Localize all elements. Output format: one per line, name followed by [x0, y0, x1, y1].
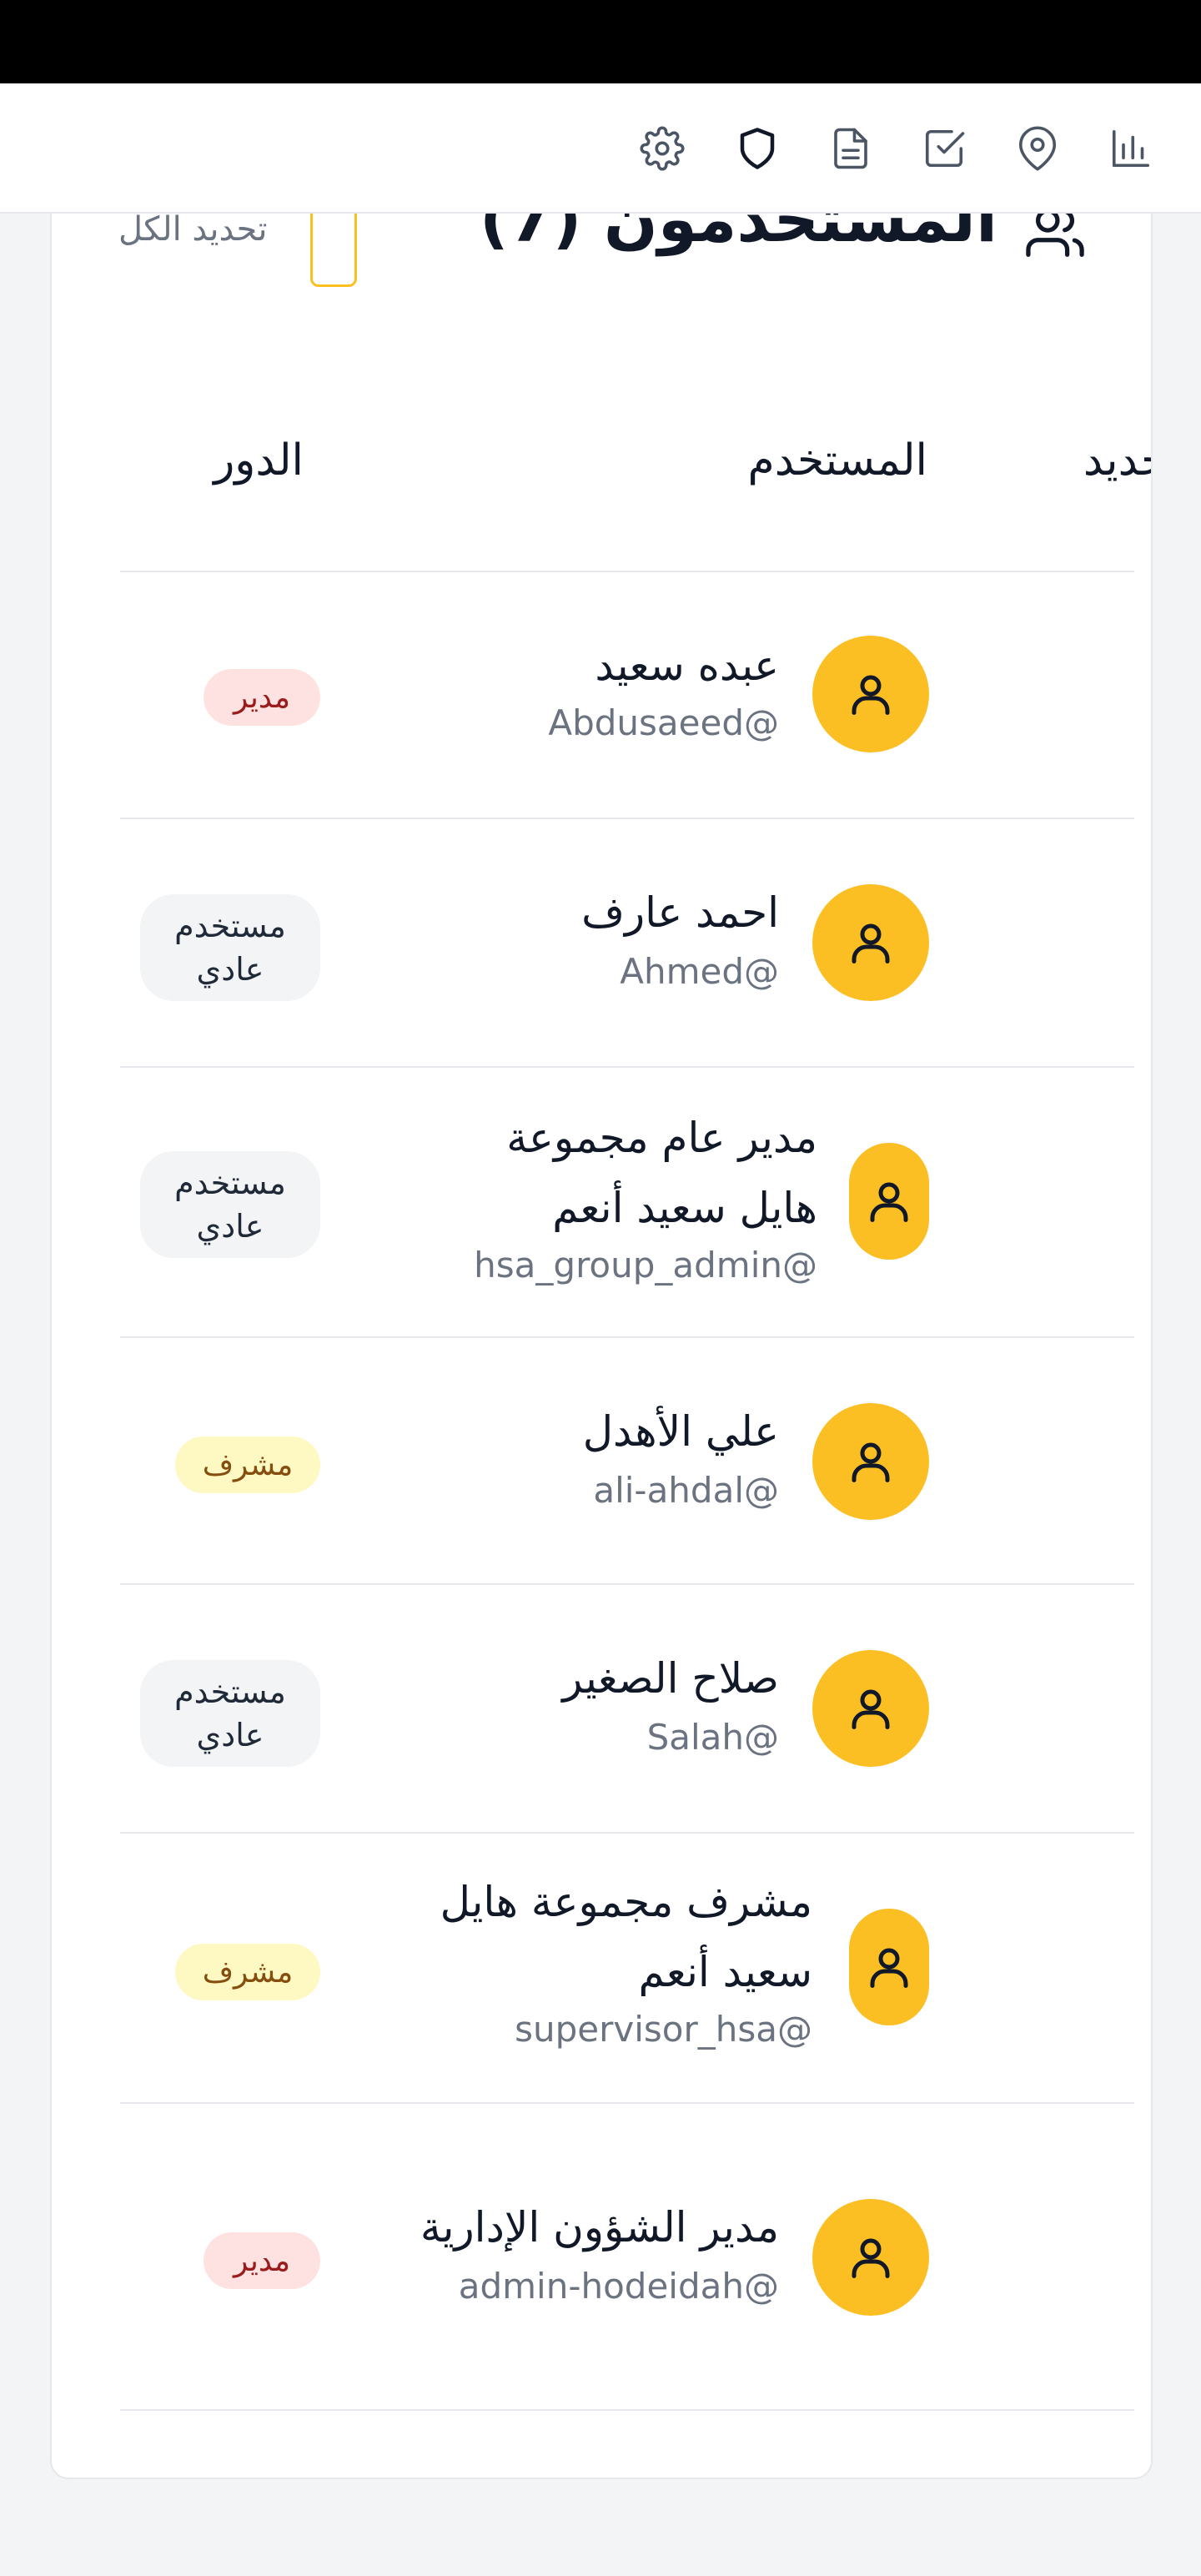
user-icon	[852, 675, 890, 715]
user-name-line1: مشرف مجموعة هايل	[440, 1878, 812, 1926]
row-divider	[120, 1832, 1134, 1834]
role-badge: مدير	[204, 669, 320, 726]
select-all-label: تحديد الكل	[118, 210, 268, 249]
role-badge: مشرف	[175, 1944, 320, 2000]
row-divider	[120, 1583, 1134, 1585]
role-badge: مستخدم عادي	[140, 1151, 320, 1258]
user-avatar	[812, 2199, 929, 2316]
role-badge: مستخدم عادي	[140, 1660, 320, 1767]
column-header-select: تحديد	[1083, 435, 1151, 486]
user-handle: supervisor_hsa@	[515, 2009, 812, 2050]
location-pin-icon[interactable]	[1008, 118, 1068, 179]
shield-icon[interactable]	[727, 118, 787, 179]
user-name-line1: مدير عام مجموعة	[506, 1114, 817, 1162]
column-header-role: الدور	[214, 435, 304, 486]
column-header-user: المستخدم	[747, 435, 928, 486]
status-bar	[0, 0, 1201, 83]
user-avatar	[812, 636, 929, 752]
user-icon	[852, 923, 890, 963]
user-name: مدير الشؤون الإدارية	[420, 2203, 779, 2251]
user-handle: Ahmed@	[620, 951, 779, 992]
user-handle: admin-hodeidah@	[458, 2266, 779, 2307]
user-handle: ali-ahdal@	[593, 1470, 779, 1511]
user-icon	[870, 1948, 908, 1988]
user-icon	[852, 1689, 890, 1729]
row-divider	[120, 818, 1134, 819]
checkbox-icon[interactable]	[914, 118, 974, 179]
bar-chart-icon[interactable]	[1101, 118, 1161, 179]
user-handle: Abdusaeed@	[548, 702, 779, 743]
user-icon	[870, 1182, 908, 1222]
header-divider	[120, 571, 1134, 572]
role-badge: مدير	[204, 2232, 320, 2289]
user-handle: hsa_group_admin@	[474, 1245, 817, 1285]
user-name: عبده سعيد	[595, 641, 779, 690]
row-divider	[120, 2102, 1134, 2104]
role-badge: مستخدم عادي	[140, 894, 320, 1001]
user-name: صلاح الصغير	[562, 1654, 779, 1703]
user-icon	[852, 1442, 890, 1482]
settings-icon[interactable]	[632, 118, 692, 179]
user-handle: Salah@	[646, 1717, 779, 1758]
role-badge: مشرف	[175, 1436, 320, 1493]
user-avatar	[849, 1909, 929, 2025]
user-avatar	[849, 1143, 929, 1260]
top-nav	[0, 83, 1201, 214]
users-card: المستخدمون (7) تحديد الكل تحديد المستخدم…	[50, 142, 1153, 2479]
user-avatar	[812, 1650, 929, 1767]
user-name-line2: سعيد أنعم	[638, 1948, 812, 1996]
user-name-line2: هايل سعيد أنعم	[552, 1184, 817, 1232]
row-divider	[120, 1066, 1134, 1068]
user-icon	[852, 2238, 890, 2278]
user-avatar	[812, 1403, 929, 1520]
document-icon[interactable]	[821, 118, 881, 179]
row-divider	[120, 2409, 1134, 2411]
user-name: علي الأهدل	[582, 1407, 779, 1456]
user-name: احمد عارف	[581, 888, 779, 937]
row-divider	[120, 1336, 1134, 1338]
user-avatar	[812, 884, 929, 1001]
